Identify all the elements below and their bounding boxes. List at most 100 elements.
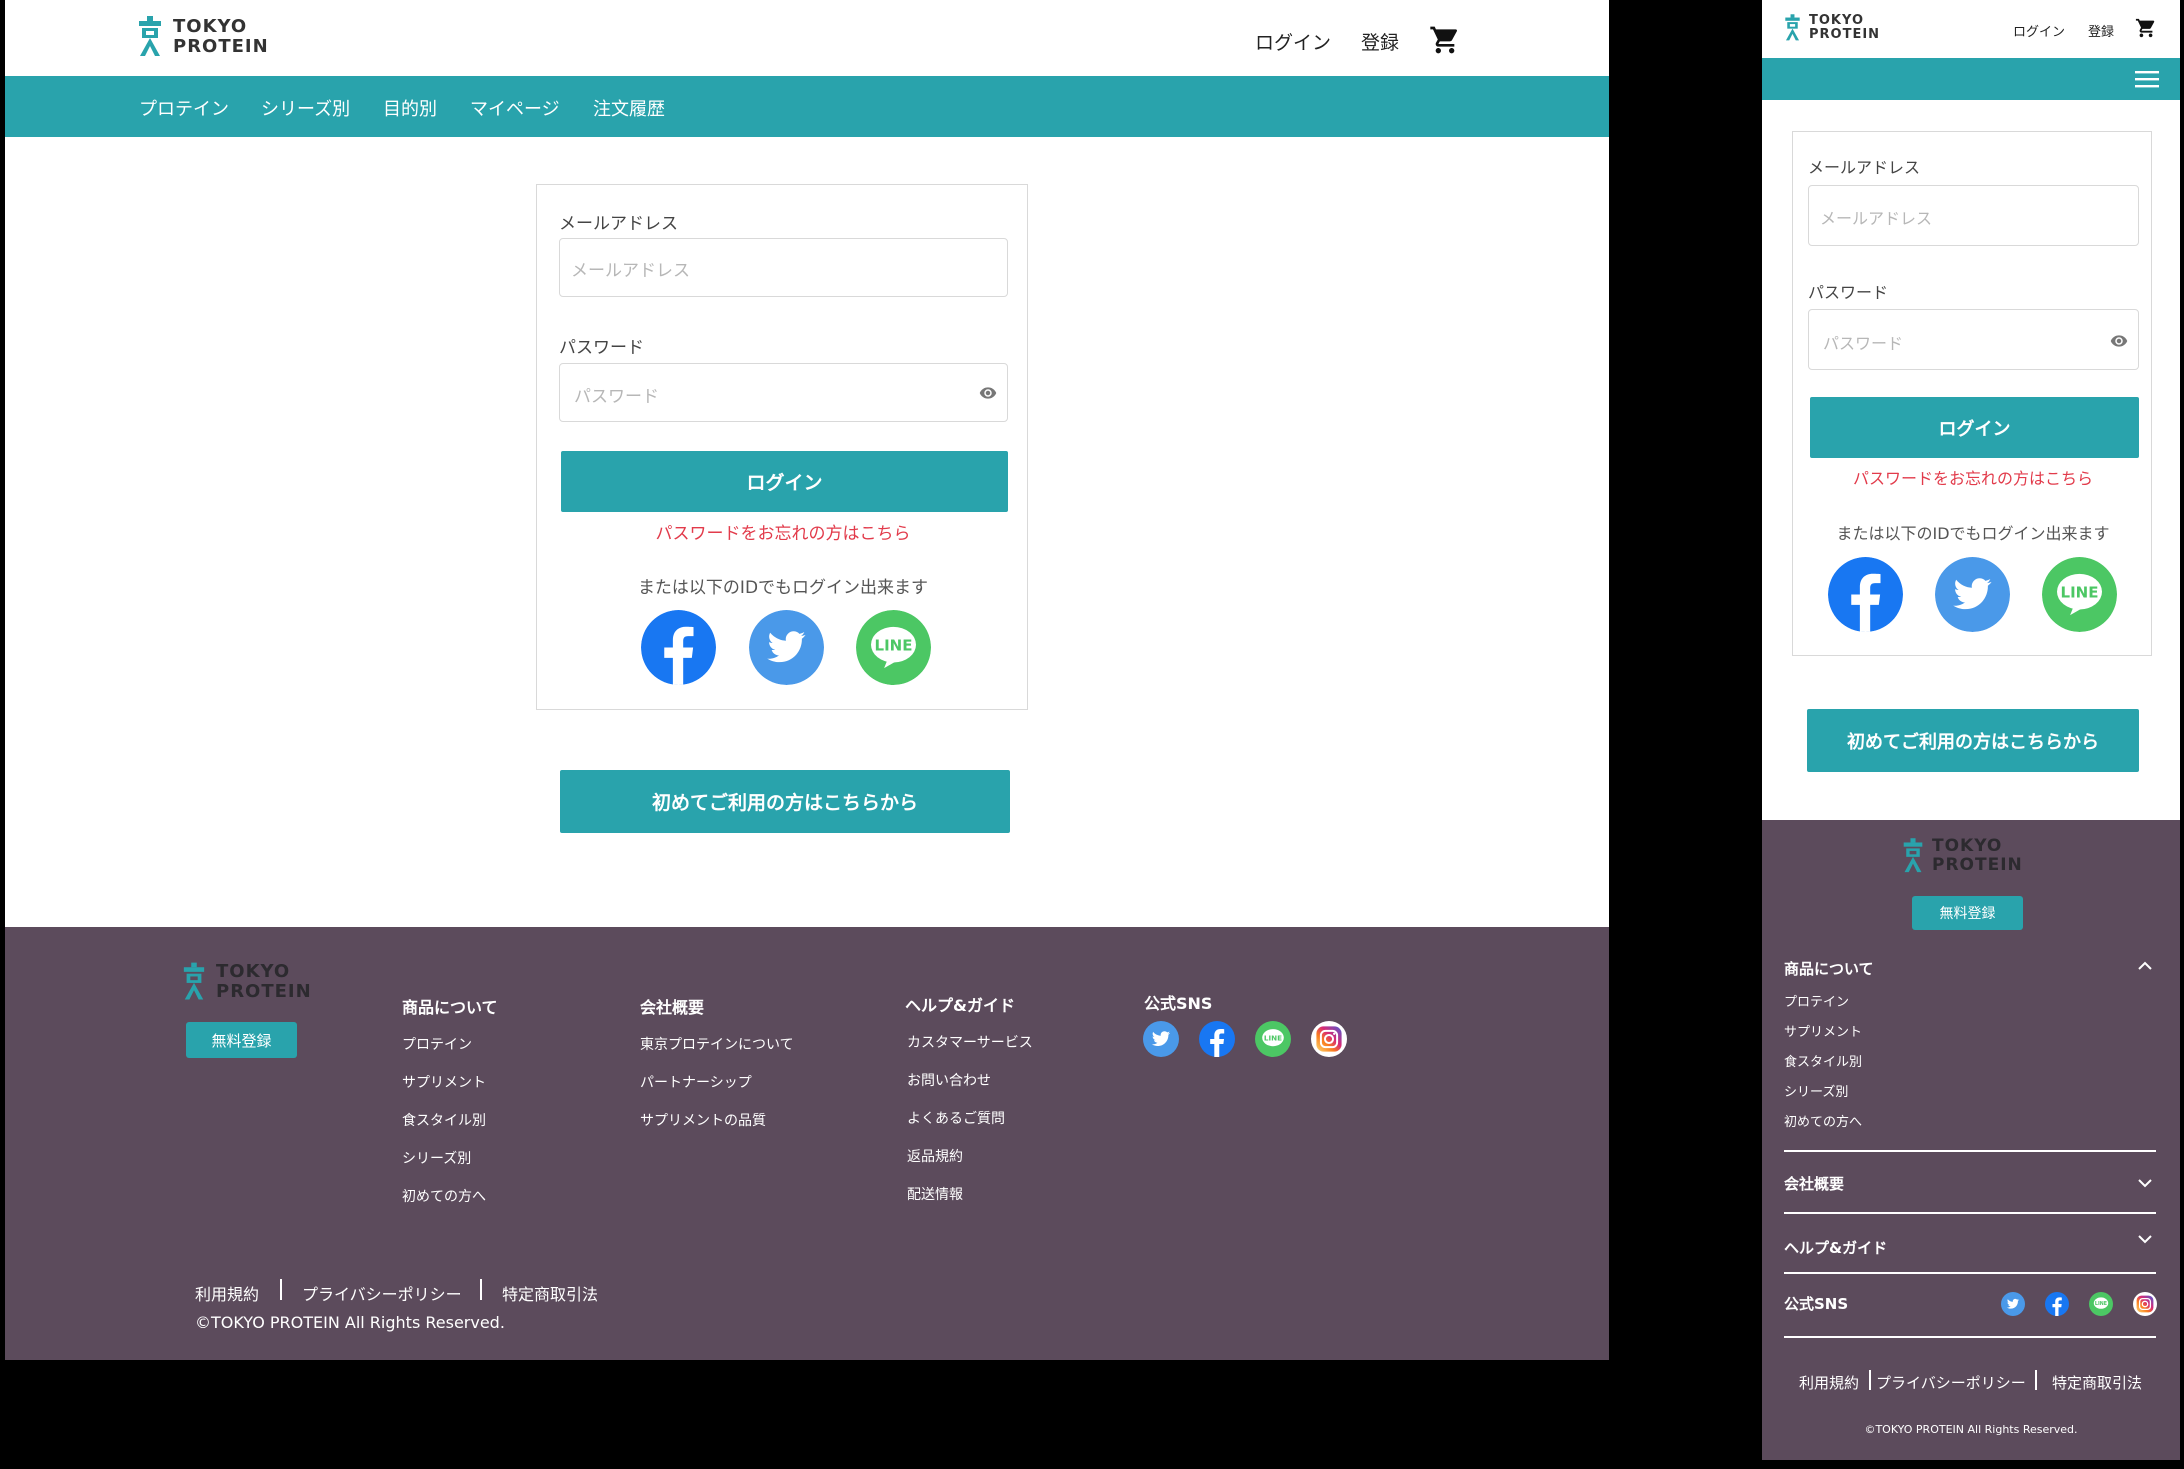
mobile-footer-link-supplement[interactable]: サプリメント bbox=[1784, 1021, 1862, 1040]
header-register-link[interactable]: 登録 bbox=[1361, 28, 1399, 55]
mobile-footer-logo-line2: PROTEIN bbox=[1932, 855, 2023, 875]
email-input[interactable]: メールアドレス bbox=[559, 238, 1008, 297]
mobile-footer-terms-link[interactable]: 利用規約 bbox=[1799, 1372, 1859, 1393]
mobile-header: TOKYO PROTEIN ログイン 登録 bbox=[1762, 0, 2180, 58]
mobile-footer-line-icon[interactable]: LINE bbox=[2089, 1292, 2113, 1316]
footer-divider bbox=[1784, 1150, 2156, 1152]
footer-line-icon[interactable]: LINE bbox=[1255, 1021, 1291, 1057]
mobile-login-link[interactable]: ログイン bbox=[2013, 21, 2065, 40]
mobile-eye-icon[interactable] bbox=[2109, 332, 2129, 350]
footer-logo-text: TOKYO PROTEIN bbox=[216, 962, 312, 1002]
mobile-footer-privacy-link[interactable]: プライバシーポリシー bbox=[1876, 1372, 2026, 1393]
footer-logo-line1: TOKYO bbox=[216, 961, 291, 983]
mobile-logo-icon bbox=[1785, 14, 1800, 41]
email-label: メールアドレス bbox=[559, 214, 678, 234]
footer-link-about[interactable]: 東京プロテインについて bbox=[640, 1034, 794, 1054]
header-login-link[interactable]: ログイン bbox=[1255, 28, 1331, 55]
mobile-footer-instagram-icon[interactable] bbox=[2133, 1292, 2157, 1316]
mobile-footer-products-title[interactable]: 商品について bbox=[1784, 958, 1874, 979]
logo-line2: PROTEIN bbox=[173, 36, 269, 57]
footer-terms-link[interactable]: 利用規約 bbox=[195, 1281, 259, 1305]
nav-item-mypage[interactable]: マイページ bbox=[470, 95, 560, 121]
nav-item-orders[interactable]: 注文履歴 bbox=[593, 95, 665, 121]
mobile-footer: TOKYO PROTEIN 無料登録 商品について プロテイン サプリメント 食… bbox=[1762, 820, 2180, 1460]
mobile-login-card: メールアドレス メールアドレス パスワード パスワード ログイン パスワードをお… bbox=[1792, 131, 2152, 656]
footer-link-food-style[interactable]: 食スタイル別 bbox=[402, 1110, 486, 1130]
footer-divider bbox=[1784, 1336, 2156, 1338]
footer-link-supplement[interactable]: サプリメント bbox=[402, 1072, 486, 1092]
footer-link-faq[interactable]: よくあるご質問 bbox=[907, 1108, 1005, 1128]
mobile-footer-link-food-style[interactable]: 食スタイル別 bbox=[1784, 1051, 1862, 1070]
mobile-footer-link-series[interactable]: シリーズ別 bbox=[1784, 1081, 1848, 1100]
mobile-footer-twitter-icon[interactable] bbox=[2001, 1292, 2025, 1316]
mobile-footer-commerce-law-link[interactable]: 特定商取引法 bbox=[2052, 1372, 2142, 1393]
first-time-button[interactable]: 初めてご利用の方はこちらから bbox=[560, 770, 1010, 833]
mobile-footer-logo-text: TOKYO PROTEIN bbox=[1932, 837, 2023, 874]
mobile-footer-help-title[interactable]: ヘルプ&ガイド bbox=[1784, 1237, 1887, 1258]
mobile-line-icon[interactable]: LINE bbox=[2042, 557, 2117, 632]
footer-link-partnership[interactable]: パートナーシップ bbox=[640, 1072, 752, 1092]
mobile-password-input[interactable]: パスワード bbox=[1808, 309, 2139, 370]
logo[interactable]: TOKYO PROTEIN bbox=[137, 16, 269, 58]
mobile-facebook-icon[interactable] bbox=[1828, 557, 1903, 632]
mobile-footer-logo[interactable]: TOKYO PROTEIN bbox=[1902, 837, 2023, 875]
mobile-email-placeholder: メールアドレス bbox=[1820, 209, 1933, 228]
facebook-icon[interactable] bbox=[641, 610, 716, 685]
mobile-footer-facebook-icon[interactable] bbox=[2045, 1292, 2069, 1316]
mobile-footer-logo-icon bbox=[1903, 838, 1923, 873]
nav-item-purpose[interactable]: 目的別 bbox=[383, 95, 437, 121]
footer-twitter-icon[interactable] bbox=[1143, 1021, 1179, 1057]
password-input[interactable]: パスワード bbox=[559, 363, 1008, 422]
mobile-twitter-icon[interactable] bbox=[1935, 557, 2010, 632]
chevron-down-icon[interactable] bbox=[2137, 1233, 2153, 1245]
login-button[interactable]: ログイン bbox=[561, 451, 1008, 512]
line-icon[interactable]: LINE bbox=[856, 610, 931, 685]
mobile-register-link[interactable]: 登録 bbox=[2088, 21, 2114, 40]
footer-logo-line2: PROTEIN bbox=[216, 981, 312, 1002]
footer-legal-divider bbox=[1869, 1370, 1871, 1390]
footer-link-contact[interactable]: お問い合わせ bbox=[907, 1070, 991, 1090]
eye-icon[interactable] bbox=[978, 384, 998, 402]
forgot-password-link[interactable]: パスワードをお忘れの方はこちら bbox=[537, 519, 1029, 544]
password-placeholder: パスワード bbox=[574, 387, 659, 407]
footer-copyright: ©TOKYO PROTEIN All Rights Reserved. bbox=[195, 1313, 505, 1332]
footer-help-title: ヘルプ&ガイド bbox=[905, 996, 1015, 1015]
mobile-first-time-button[interactable]: 初めてご利用の方はこちらから bbox=[1807, 709, 2139, 772]
mobile-email-input[interactable]: メールアドレス bbox=[1808, 185, 2139, 246]
mobile-footer-link-beginners[interactable]: 初めての方へ bbox=[1784, 1111, 1862, 1130]
cart-icon[interactable] bbox=[1429, 24, 1461, 56]
hamburger-menu-icon[interactable] bbox=[2135, 69, 2159, 89]
chevron-up-icon[interactable] bbox=[2137, 960, 2153, 972]
footer-link-shipping[interactable]: 配送情報 bbox=[907, 1184, 963, 1204]
footer-instagram-icon[interactable] bbox=[1311, 1021, 1347, 1057]
nav-item-protein[interactable]: プロテイン bbox=[139, 95, 229, 121]
footer-facebook-icon[interactable] bbox=[1199, 1021, 1235, 1057]
footer-commerce-law-link[interactable]: 特定商取引法 bbox=[502, 1281, 598, 1305]
footer-link-returns[interactable]: 返品規約 bbox=[907, 1146, 963, 1166]
mobile-footer-signup-button[interactable]: 無料登録 bbox=[1912, 896, 2023, 930]
twitter-icon[interactable] bbox=[749, 610, 824, 685]
mobile-forgot-password-link[interactable]: パスワードをお忘れの方はこちら bbox=[1793, 465, 2153, 489]
desktop-view: TOKYO PROTEIN ログイン 登録 プロテイン シリーズ別 目的別 マイ… bbox=[5, 0, 1609, 1360]
footer-logo[interactable]: TOKYO PROTEIN bbox=[182, 962, 312, 1002]
mobile-login-button[interactable]: ログイン bbox=[1810, 397, 2139, 458]
mobile-logo-line2: PROTEIN bbox=[1809, 27, 1881, 42]
logo-text: TOKYO PROTEIN bbox=[173, 17, 269, 57]
footer-link-customer-service[interactable]: カスタマーサービス bbox=[907, 1032, 1033, 1052]
svg-text:LINE: LINE bbox=[875, 636, 913, 654]
footer-link-quality[interactable]: サプリメントの品質 bbox=[640, 1110, 766, 1130]
mobile-footer-link-protein[interactable]: プロテイン bbox=[1784, 991, 1849, 1010]
footer-link-protein[interactable]: プロテイン bbox=[402, 1034, 472, 1054]
mobile-footer-copyright: ©TOKYO PROTEIN All Rights Reserved. bbox=[1864, 1423, 2078, 1436]
footer-link-beginners[interactable]: 初めての方へ bbox=[402, 1186, 486, 1206]
footer-link-series[interactable]: シリーズ別 bbox=[402, 1148, 471, 1168]
mobile-cart-icon[interactable] bbox=[2135, 17, 2157, 39]
mobile-footer-company-title[interactable]: 会社概要 bbox=[1784, 1173, 1844, 1194]
nav-item-series[interactable]: シリーズ別 bbox=[261, 95, 350, 121]
mobile-logo-text: TOKYO PROTEIN bbox=[1809, 13, 1881, 43]
footer-signup-button[interactable]: 無料登録 bbox=[186, 1022, 297, 1058]
logo-icon bbox=[139, 16, 161, 56]
mobile-logo[interactable]: TOKYO PROTEIN bbox=[1784, 13, 1880, 43]
chevron-down-icon[interactable] bbox=[2137, 1177, 2153, 1189]
footer-privacy-link[interactable]: プライバシーポリシー bbox=[302, 1281, 462, 1305]
